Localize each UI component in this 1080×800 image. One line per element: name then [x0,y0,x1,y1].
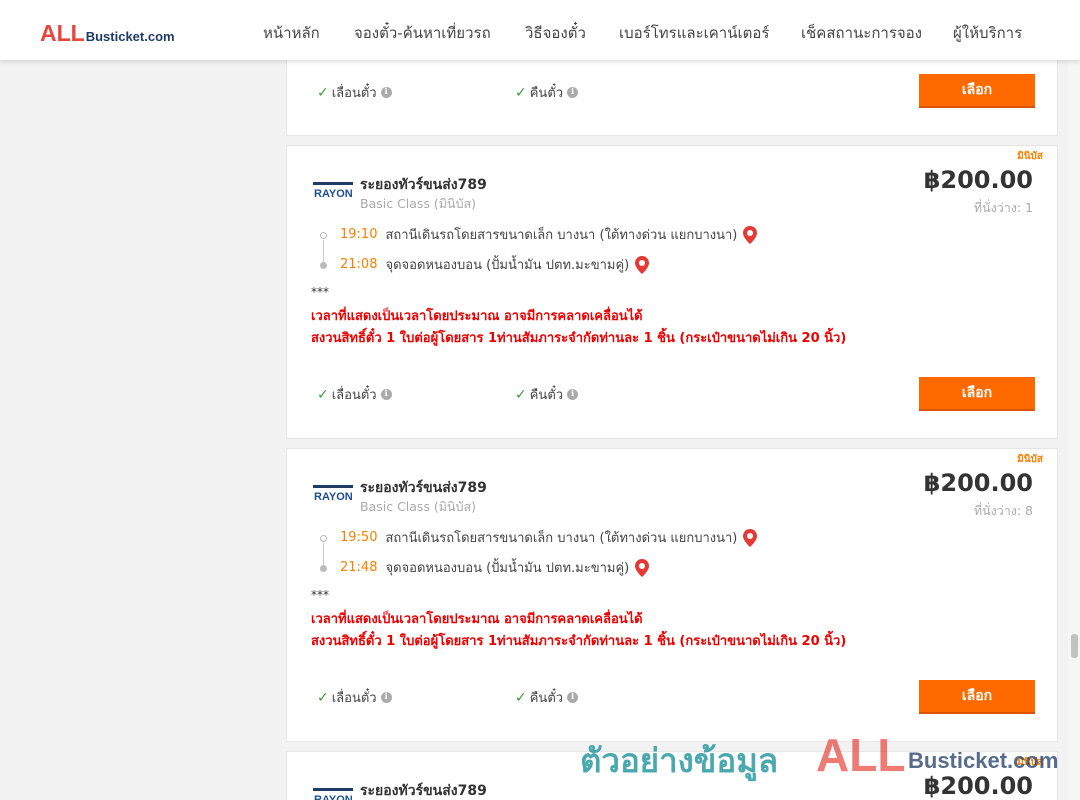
bus-type-badge: มินิบัส [1017,757,1043,768]
top-header: ALL Busticket.com หน้าหลัก จองตั๋ว-ค้นหา… [0,0,1080,60]
reschedule-label: เลื่อนตั๋ว [331,86,377,101]
operator-logo-icon: RAYONG [313,182,353,200]
departure-stop: 19:10 สถานีเดินรถโดยสารขนาดเล็ก บางนา (ใ… [340,224,758,245]
ticket-price: ฿200.00 [923,469,1033,497]
note-stars: *** [311,285,329,299]
arrival-location: จุดจอดหนองบอน (ปั้มน้ำมัน ปตท.มะขามคู่) [385,561,630,576]
refund-label: คืนตั๋ว [529,691,564,706]
check-icon: ✓ [515,386,527,403]
reschedule-feature: ✓ เลื่อนตั๋ว i [317,687,392,708]
departure-time: 19:10 [340,227,378,242]
select-button[interactable]: เลือก [919,680,1035,714]
main-nav: หน้าหลัก จองตั๋ว-ค้นหาเที่ยวรถ วิธีจองตั… [0,21,1080,42]
select-button[interactable]: เลือก [919,74,1035,108]
check-icon: ✓ [317,84,329,101]
refund-feature: ✓ คืนตั๋ว i [515,82,579,103]
bus-class: Basic Class (มินิบัส) [360,196,477,211]
info-icon[interactable]: i [567,389,579,400]
operator-logo-icon: RAYONG [313,788,353,800]
map-pin-icon[interactable] [743,528,758,547]
check-icon: ✓ [515,689,527,706]
departure-location: สถานีเดินรถโดยสารขนาดเล็ก บางนา (ใต้ทางด… [385,228,738,243]
map-pin-icon[interactable] [635,255,650,274]
arrival-dot [320,565,327,572]
scrollbar-thumb[interactable] [1071,634,1078,658]
reschedule-feature: ✓ เลื่อนตั๋ว i [317,82,392,103]
check-icon: ✓ [515,84,527,101]
info-icon[interactable]: i [380,87,392,98]
ticket-price: ฿200.00 [923,772,1033,800]
operator-name: ระยองทัวร์ขนส่ง789 [360,177,487,193]
reschedule-feature: ✓ เลื่อนตั๋ว i [317,384,392,405]
departure-time: 19:50 [340,530,378,545]
warning-note: สงวนสิทธิ์ตั๋ว 1 ใบต่อผู้โดยสาร 1ท่านสัม… [311,331,847,346]
nav-operators[interactable]: ผู้ให้บริการ [953,21,1022,45]
bus-type-badge: มินิบัส [1017,151,1043,162]
departure-dot [320,232,327,239]
operator-logo-icon: RAYONG [313,485,353,503]
map-pin-icon[interactable] [743,225,758,244]
refund-label: คืนตั๋ว [529,86,564,101]
arrival-stop: 21:08 จุดจอดหนองบอน (ปั้มน้ำมัน ปตท.มะขา… [340,254,650,275]
operator-name: ระยองทัวร์ขนส่ง789 [360,783,487,799]
reschedule-label: เลื่อนตั๋ว [331,691,377,706]
check-icon: ✓ [317,386,329,403]
arrival-time: 21:48 [340,560,378,575]
check-icon: ✓ [317,689,329,706]
note-stars: *** [311,588,329,602]
seats-available: ที่นั่งว่าง: 8 [973,503,1033,518]
departure-stop: 19:50 สถานีเดินรถโดยสารขนาดเล็ก บางนา (ใ… [340,527,758,548]
result-card: มินิบัส RAYONG ระยองทัวร์ขนส่ง789 Basic … [286,448,1058,742]
map-pin-icon[interactable] [635,558,650,577]
route-timeline [320,535,327,575]
refund-label: คืนตั๋ว [529,388,564,403]
warning-note: เวลาที่แสดงเป็นเวลาโดยประมาณ อาจมีการคลา… [311,309,643,324]
reschedule-label: เลื่อนตั๋ว [331,388,377,403]
operator-logo-text: RAYONG [314,794,353,800]
departure-dot [320,535,327,542]
operator-name: ระยองทัวร์ขนส่ง789 [360,480,487,496]
select-button[interactable]: เลือก [919,377,1035,411]
operator-logo-text: RAYONG [314,491,353,503]
warning-note: สงวนสิทธิ์ตั๋ว 1 ใบต่อผู้โดยสาร 1ท่านสัม… [311,634,847,649]
info-icon[interactable]: i [380,692,392,703]
nav-book-search[interactable]: จองตั๋ว-ค้นหาเที่ยวรถ [354,21,491,45]
bus-class: Basic Class (มินิบัส) [360,499,477,514]
result-card: มินิบัส RAYONG ระยองทัวร์ขนส่ง789 ฿200.0… [286,751,1058,800]
page-scrollbar[interactable] [1068,0,1080,800]
route-timeline [320,232,327,272]
arrival-dot [320,262,327,269]
warning-note: เวลาที่แสดงเป็นเวลาโดยประมาณ อาจมีการคลา… [311,612,643,627]
bus-type-badge: มินิบัส [1017,454,1043,465]
operator-logo-text: RAYONG [314,188,353,200]
ticket-price: ฿200.00 [923,166,1033,194]
departure-location: สถานีเดินรถโดยสารขนาดเล็ก บางนา (ใต้ทางด… [385,531,738,546]
result-card: มินิบัส RAYONG ระยองทัวร์ขนส่ง789 Basic … [286,145,1058,439]
nav-phone-counters[interactable]: เบอร์โทรและเคาน์เตอร์ [619,21,769,45]
arrival-time: 21:08 [340,257,378,272]
arrival-location: จุดจอดหนองบอน (ปั้มน้ำมัน ปตท.มะขามคู่) [385,258,630,273]
nav-how-to-book[interactable]: วิธีจองตั๋ว [525,21,586,45]
refund-feature: ✓ คืนตั๋ว i [515,687,579,708]
arrival-stop: 21:48 จุดจอดหนองบอน (ปั้มน้ำมัน ปตท.มะขา… [340,557,650,578]
route-line [323,543,324,565]
info-icon[interactable]: i [567,87,579,98]
nav-home[interactable]: หน้าหลัก [263,21,320,45]
seats-available: ที่นั่งว่าง: 1 [973,200,1033,215]
info-icon[interactable]: i [380,389,392,400]
route-line [323,240,324,262]
refund-feature: ✓ คืนตั๋ว i [515,384,579,405]
nav-check-booking[interactable]: เช็คสถานะการจอง [801,21,922,45]
info-icon[interactable]: i [567,692,579,703]
